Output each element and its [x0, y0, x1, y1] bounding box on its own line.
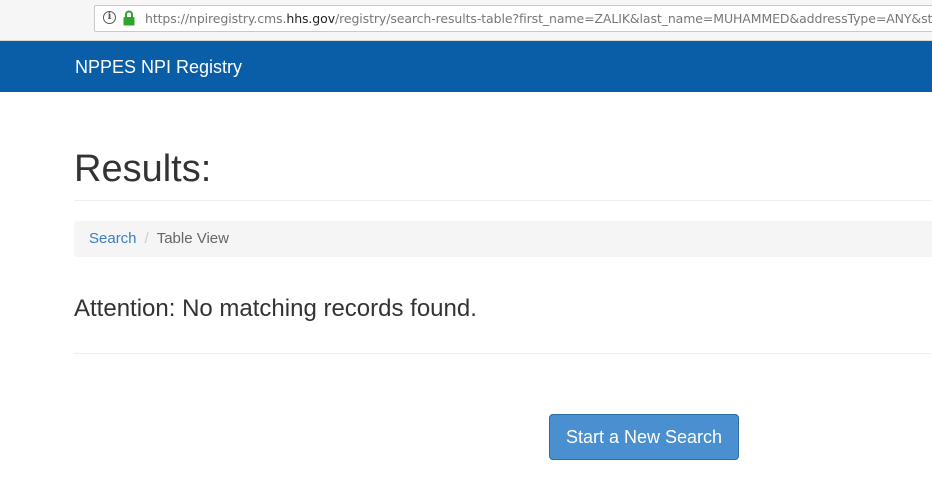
no-records-message: Attention: No matching records found. — [74, 295, 477, 322]
breadcrumb-active: Table View — [156, 230, 229, 247]
lock-icon[interactable] — [123, 10, 135, 26]
url-text[interactable]: https://npiregistry.cms.hhs.gov/registry… — [145, 11, 932, 26]
info-icon[interactable]: i — [103, 11, 116, 24]
page-title: Results: — [74, 148, 212, 190]
brand-link[interactable]: NPPES NPI Registry — [75, 57, 242, 78]
breadcrumb-search-link[interactable]: Search — [89, 230, 137, 247]
message-divider — [74, 353, 932, 354]
start-new-search-button[interactable]: Start a New Search — [549, 414, 739, 460]
browser-toolbar: i https://npiregistry.cms.hhs.gov/regist… — [0, 0, 932, 41]
title-divider — [74, 200, 932, 201]
breadcrumb: Search / Table View — [74, 221, 932, 257]
navbar: NPPES NPI Registry — [0, 41, 932, 92]
breadcrumb-separator: / — [144, 230, 149, 247]
address-bar[interactable]: i https://npiregistry.cms.hhs.gov/regist… — [94, 5, 932, 32]
